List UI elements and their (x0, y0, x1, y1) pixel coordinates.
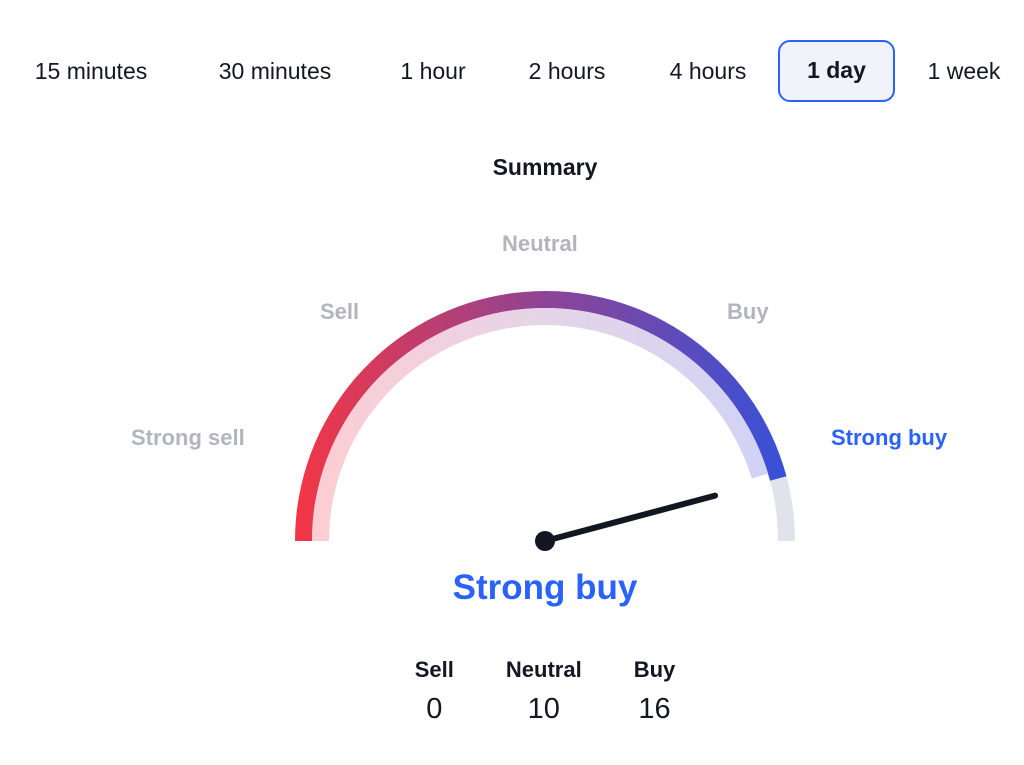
gauge-needle-hub (535, 531, 555, 551)
count-buy: Buy 16 (634, 655, 676, 726)
count-neutral-label: Neutral (505, 657, 582, 682)
rating-gauge (295, 290, 795, 551)
summary-result: Strong buy (452, 568, 638, 607)
count-buy-label: Buy (633, 657, 676, 682)
count-sell-label: Sell (414, 657, 454, 682)
gauge-needle (542, 492, 719, 544)
count-neutral-value: 10 (527, 693, 560, 725)
count-sell: Sell 0 (415, 655, 454, 726)
count-neutral: Neutral 10 (506, 655, 582, 726)
count-sell-value: 0 (426, 693, 443, 725)
signal-counts: Sell 0 Neutral 10 Buy 16 (0, 655, 1024, 726)
gauge-inner-arc (312, 308, 769, 541)
gauge-track (770, 476, 795, 541)
count-buy-value: 16 (638, 693, 671, 725)
